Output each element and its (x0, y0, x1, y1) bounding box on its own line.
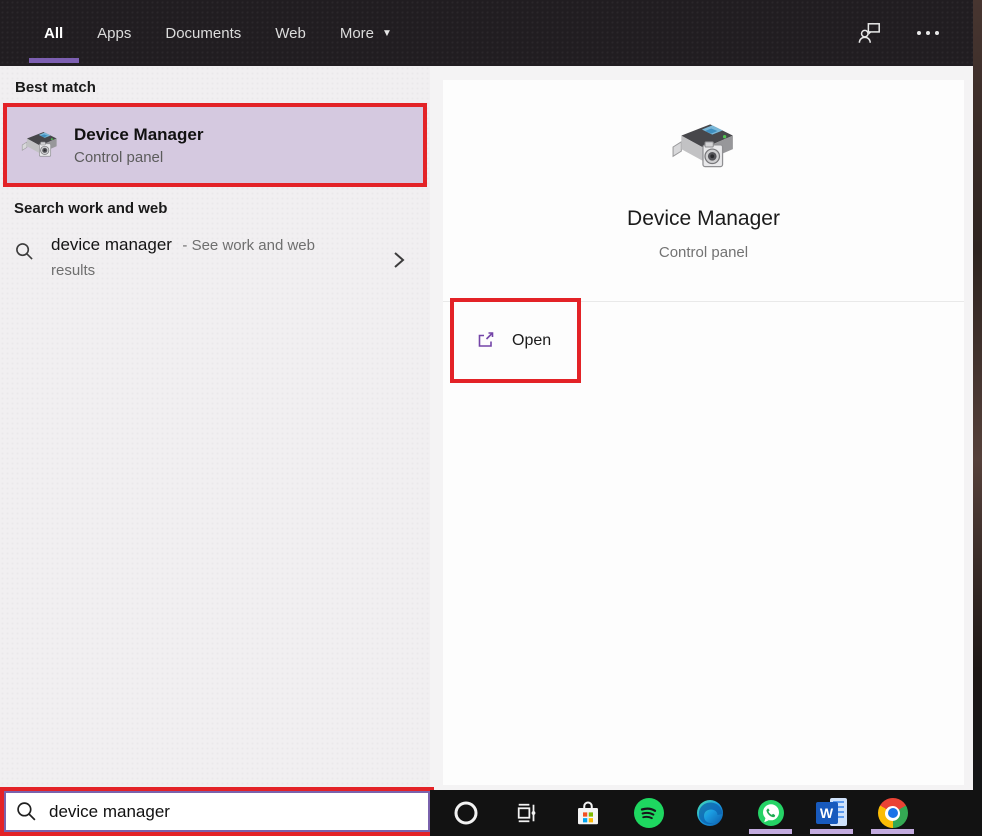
preview-app-title: Device Manager (443, 207, 964, 231)
edge-icon (695, 798, 725, 828)
best-match-header: Best match (15, 79, 96, 96)
tab-web[interactable]: Web (258, 0, 323, 66)
best-match-item[interactable]: Device Manager Control panel (3, 103, 427, 187)
taskbar-cortana-button[interactable] (435, 790, 496, 836)
more-options-button[interactable] (911, 16, 945, 50)
taskbar-chrome-button[interactable] (862, 790, 923, 836)
chrome-icon (878, 798, 908, 828)
device-manager-icon (21, 126, 59, 164)
device-manager-icon (669, 114, 739, 180)
open-button-label: Open (512, 332, 551, 350)
word-icon: W (816, 798, 848, 828)
search-filter-bar: All Apps Documents Web More ▼ (0, 0, 973, 66)
tab-all[interactable]: All (27, 0, 80, 66)
tab-apps-label: Apps (97, 25, 131, 42)
tab-all-label: All (44, 25, 63, 42)
open-external-icon (476, 331, 495, 350)
desktop-wallpaper-strip (973, 0, 982, 836)
chevron-down-icon: ▼ (382, 28, 392, 39)
web-suggestion-text: device manager - See work and web result… (51, 232, 347, 304)
best-match-title: Device Manager (74, 125, 203, 145)
preview-panel: Device Manager Control panel Open (443, 80, 964, 785)
cortana-icon (452, 799, 480, 827)
tab-documents[interactable]: Documents (148, 0, 258, 66)
tab-documents-label: Documents (165, 25, 241, 42)
search-input[interactable] (49, 802, 379, 822)
task-view-icon (514, 800, 540, 826)
microsoft-store-icon (573, 798, 603, 828)
running-indicator (749, 829, 792, 834)
preview-app-subtitle: Control panel (443, 244, 964, 261)
results-panel: Best match Device Manager Control panel (0, 66, 430, 836)
filter-tabs: All Apps Documents Web More ▼ (0, 0, 409, 66)
search-box[interactable] (4, 791, 430, 832)
tab-more[interactable]: More ▼ (323, 0, 409, 66)
topbar-actions (853, 16, 973, 50)
tab-apps[interactable]: Apps (80, 0, 148, 66)
taskbar-word-button[interactable]: W (801, 790, 862, 836)
web-section-header: Search work and web (14, 200, 167, 217)
selected-tab-underline (29, 58, 79, 63)
running-indicator (810, 829, 853, 834)
web-suggestion-row[interactable]: device manager - See work and web result… (0, 232, 430, 304)
taskbar-task-view-button[interactable] (496, 790, 557, 836)
windows-search-flyout: All Apps Documents Web More ▼ (0, 0, 982, 836)
best-match-subtitle: Control panel (74, 149, 203, 166)
search-icon (15, 242, 34, 261)
tab-more-label: More (340, 25, 374, 42)
taskbar-spotify-button[interactable] (618, 790, 679, 836)
taskbar-edge-button[interactable] (679, 790, 740, 836)
preview-hero: Device Manager Control panel (443, 114, 964, 261)
search-icon (16, 801, 37, 822)
open-button[interactable]: Open (450, 298, 581, 383)
ellipsis-icon (917, 31, 939, 35)
taskbar-store-button[interactable] (557, 790, 618, 836)
chevron-right-icon (393, 250, 405, 270)
running-indicator (871, 829, 914, 834)
feedback-icon (857, 20, 883, 46)
tab-web-label: Web (275, 25, 306, 42)
best-match-text: Device Manager Control panel (74, 125, 203, 166)
taskbar-whatsapp-button[interactable] (740, 790, 801, 836)
taskbar: W (430, 790, 982, 836)
feedback-button[interactable] (853, 16, 887, 50)
web-suggestion-query: device manager (51, 235, 172, 254)
search-box-annotation (0, 787, 434, 836)
spotify-icon (634, 798, 664, 828)
whatsapp-icon (756, 798, 786, 828)
